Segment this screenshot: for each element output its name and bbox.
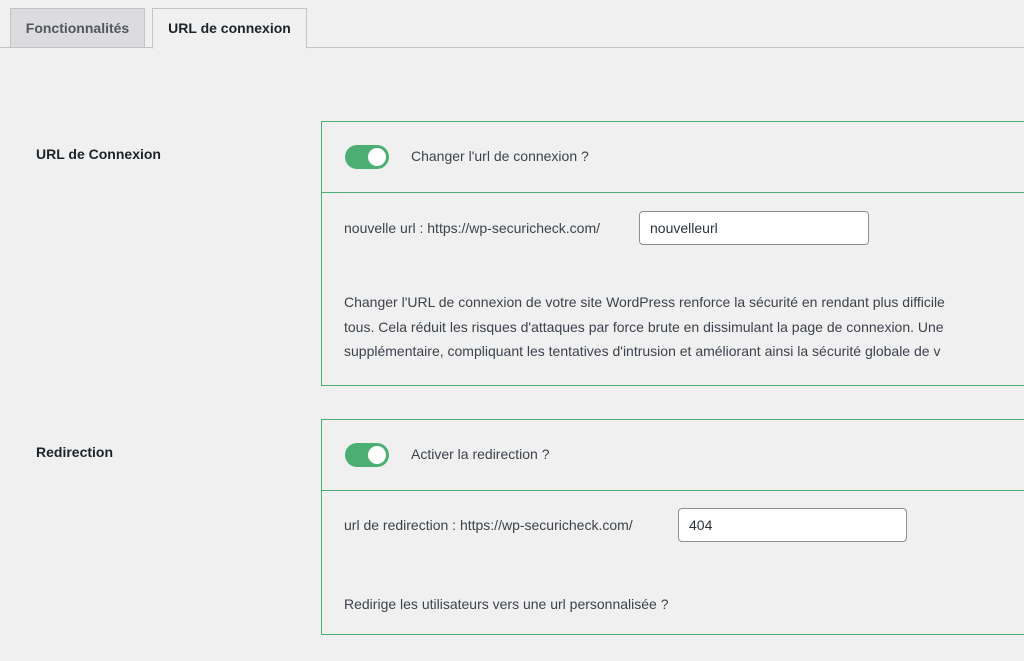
redirection-panel-header: Activer la redirection ? [322,420,1024,491]
tab-bar: Fonctionnalités URL de connexion [0,0,1024,49]
redirection-row-label: Redirection [36,444,114,460]
redirection-url-input[interactable] [678,508,907,542]
description-line: supplémentaire, compliquant les tentativ… [344,343,941,359]
login-url-description: Changer l'URL de connexion de votre site… [344,290,945,364]
redirection-toggle-label: Activer la redirection ? [411,446,550,462]
login-url-panel: Changer l'url de connexion ? nouvelle ur… [321,121,1024,386]
description-line: Changer l'URL de connexion de votre site… [344,294,945,310]
redirection-description: Redirige les utilisateurs vers une url p… [344,596,669,612]
login-url-field-prefix: nouvelle url : https://wp-securicheck.co… [344,220,600,236]
toggle-knob [368,446,386,464]
toggle-knob [368,148,386,166]
login-url-toggle[interactable] [345,145,389,169]
login-url-panel-header: Changer l'url de connexion ? [322,122,1024,193]
redirection-field-prefix: url de redirection : https://wp-securich… [344,517,633,533]
description-line: tous. Cela réduit les risques d'attaques… [344,318,944,335]
login-url-toggle-label: Changer l'url de connexion ? [411,148,589,164]
redirection-panel: Activer la redirection ? url de redirect… [321,419,1024,635]
redirection-toggle[interactable] [345,443,389,467]
login-url-row-label: URL de Connexion [36,146,161,162]
new-login-url-input[interactable] [639,211,869,245]
tab-fonctionnalites[interactable]: Fonctionnalités [10,8,145,48]
tab-url-de-connexion[interactable]: URL de connexion [152,8,307,49]
